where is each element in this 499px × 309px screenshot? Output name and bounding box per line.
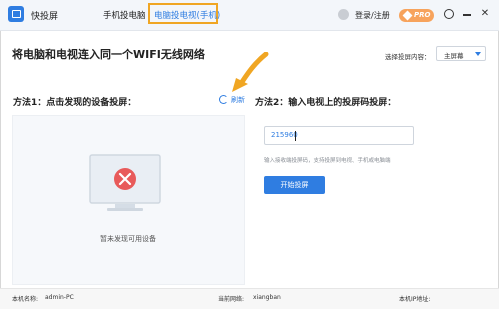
ip-label: 本机IP地址: <box>399 296 431 303</box>
cast-code-value: 215960 <box>271 131 298 139</box>
minimize-button[interactable] <box>461 8 473 20</box>
tab-phone-to-pc[interactable]: 手机投电脑 <box>103 9 146 21</box>
close-button[interactable]: ✕ <box>479 8 491 20</box>
status-bar: 本机名称: admin-PC 当前网络: xiangban 本机IP地址: <box>0 288 499 309</box>
device-name-label: 本机名称: <box>12 296 39 303</box>
close-icon: ✕ <box>480 8 490 19</box>
method1-title: 方法1：点击发现的设备投屏： <box>13 98 137 108</box>
app-title: 快投屏 <box>31 12 59 22</box>
chevron-down-icon <box>475 52 481 56</box>
screen-select-label: 选择投屏内容： <box>385 53 431 61</box>
gear-icon <box>444 9 454 19</box>
diamond-icon <box>402 10 413 21</box>
cast-code-input[interactable]: 215960 <box>264 126 414 145</box>
title-bar: 快投屏 手机投电脑 电脑投电视(手机) 登录/注册 PRO ✕ <box>0 0 499 31</box>
screen-select[interactable]: 主屏幕 <box>436 46 486 61</box>
screen-select-value: 主屏幕 <box>444 52 464 60</box>
pro-label: PRO <box>414 11 431 19</box>
monitor-error-icon <box>89 154 161 211</box>
empty-state-text: 暂未发现可用设备 <box>100 235 156 243</box>
method2-title: 方法2：输入电视上的投屏码投屏： <box>255 98 397 108</box>
text-caret <box>295 131 296 141</box>
refresh-button[interactable]: 刷新 <box>231 95 245 105</box>
annotation-arrow <box>232 52 269 92</box>
tab-pc-to-tv[interactable]: 电脑投电视(手机) <box>154 9 220 21</box>
user-avatar-icon[interactable] <box>338 9 349 20</box>
page-heading: 将电脑和电视连入同一个WIFI无线网络 <box>12 48 205 61</box>
minimize-icon <box>463 14 471 16</box>
cast-code-hint: 输入接收端投屏码，支持投屏到电视、手机或电脑端 <box>264 158 391 164</box>
device-name-value: admin-PC <box>45 294 74 301</box>
network-value: xiangban <box>253 294 281 301</box>
app-logo-icon <box>8 6 24 22</box>
login-register-link[interactable]: 登录/注册 <box>355 10 390 21</box>
start-cast-button[interactable]: 开始投屏 <box>264 176 325 194</box>
network-label: 当前网络: <box>218 296 245 303</box>
refresh-icon[interactable] <box>219 95 228 104</box>
settings-button[interactable] <box>443 8 455 20</box>
pro-badge[interactable]: PRO <box>399 9 434 22</box>
